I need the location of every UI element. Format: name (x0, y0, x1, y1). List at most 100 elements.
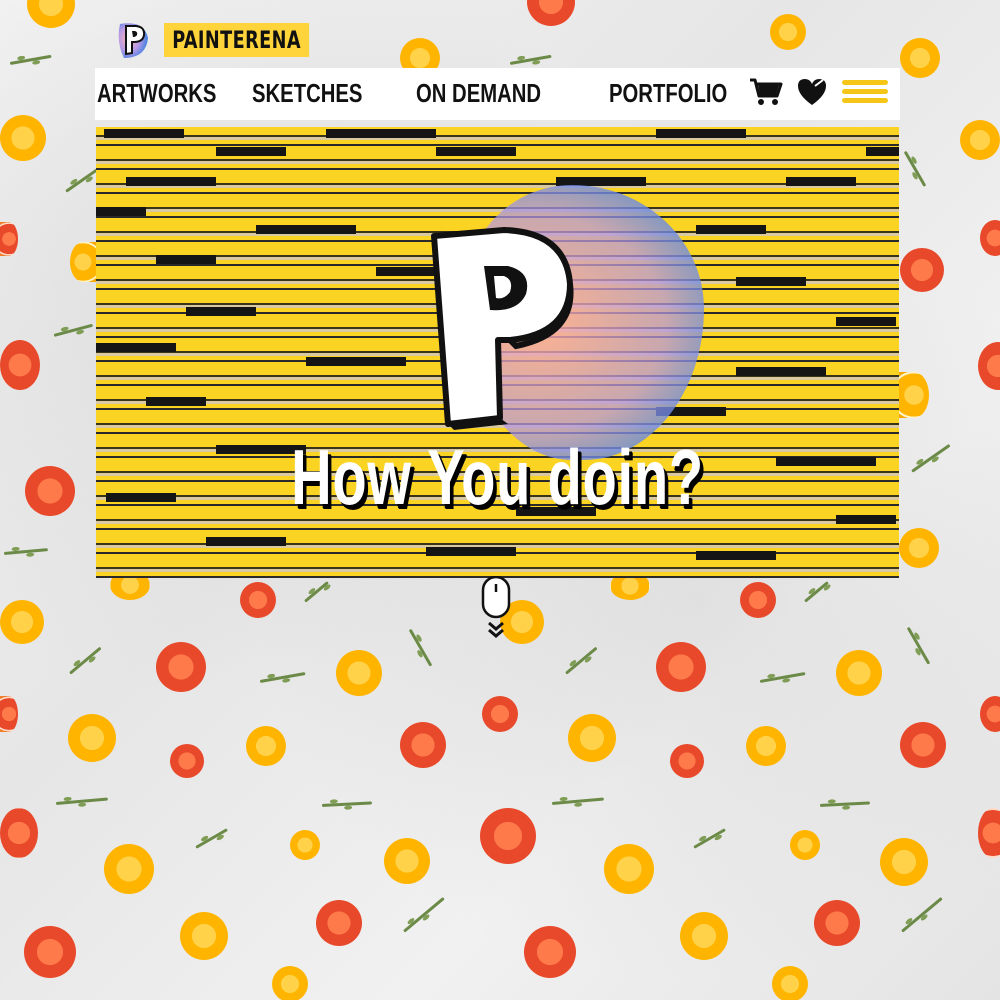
orange-slice (0, 600, 44, 644)
cart-icon[interactable] (748, 74, 784, 110)
hero-stripe (96, 343, 176, 352)
orange-slice (680, 912, 728, 960)
herb-sprig (55, 797, 108, 805)
herb-sprig (65, 168, 98, 193)
grapefruit-slice (740, 582, 776, 618)
herb-sprig (906, 626, 931, 665)
grapefruit-slice (25, 466, 75, 516)
hero-stripe (836, 515, 896, 524)
grapefruit-slice (900, 722, 946, 768)
hero-banner: How You doin? (96, 127, 899, 578)
orange-slice (0, 115, 46, 161)
orange-slice (836, 650, 882, 696)
hero-stripe (736, 367, 826, 376)
hero-stripe (146, 397, 206, 406)
nav-item-portfolio[interactable]: PORTFOLIO (609, 78, 727, 109)
hero-stripe (436, 147, 516, 156)
grapefruit-slice (316, 900, 362, 946)
orange-slice (772, 966, 808, 1000)
mouse-scroll-icon (481, 575, 511, 638)
orange-slice (746, 726, 786, 766)
grapefruit-slice (170, 744, 204, 778)
hero-stripe (786, 177, 856, 186)
nav-item-sketches[interactable]: SKETCHES (252, 78, 362, 109)
hero-stripe (156, 255, 216, 264)
orange-slice (960, 120, 1000, 160)
hero-stripe (776, 457, 876, 466)
grapefruit-slice (0, 696, 18, 732)
grapefruit-slice (482, 696, 518, 732)
orange-slice (899, 372, 929, 418)
hero-stripe (256, 225, 356, 234)
orange-slice (604, 844, 654, 894)
nav-item-artworks[interactable]: ARTWORKS (97, 78, 216, 109)
hero-stripe (216, 147, 286, 156)
grapefruit-slice (978, 808, 1000, 858)
hero-stripe (656, 129, 746, 138)
orange-slice (180, 912, 228, 960)
grapefruit-slice (480, 808, 536, 864)
orange-slice (68, 714, 116, 762)
orange-slice (790, 830, 820, 860)
grapefruit-slice (400, 722, 446, 768)
grapefruit-slice (814, 900, 860, 946)
herb-sprig (195, 828, 228, 849)
grapefruit-slice (24, 926, 76, 978)
grapefruit-slice (524, 926, 576, 978)
herb-sprig (901, 896, 943, 933)
orange-slice (899, 528, 939, 568)
grapefruit-slice (656, 642, 706, 692)
herb-sprig (69, 646, 102, 675)
site-logo[interactable]: PAINTERENA (114, 20, 341, 60)
orange-slice (246, 726, 286, 766)
herb-sprig (3, 548, 48, 555)
hero-stripe (696, 225, 766, 234)
orange-slice (568, 714, 616, 762)
grapefruit-slice (980, 220, 1000, 256)
hero-title: How You doin? (291, 433, 704, 521)
herb-sprig (903, 150, 927, 187)
orange-slice (290, 830, 320, 860)
herb-sprig (565, 646, 598, 675)
hero-stripe (306, 357, 406, 366)
grapefruit-slice (527, 0, 575, 26)
hero-stripe (696, 551, 776, 560)
hero-stripe (326, 129, 436, 138)
herb-sprig (321, 801, 373, 807)
nav-item-on-demand[interactable]: ON DEMAND (416, 78, 541, 109)
herb-sprig (9, 54, 52, 65)
herb-sprig (819, 801, 871, 807)
herb-sprig (804, 581, 829, 603)
orange-slice (384, 838, 430, 884)
orange-slice (336, 650, 382, 696)
herb-sprig (551, 797, 604, 805)
grapefruit-slice (670, 744, 704, 778)
grapefruit-slice (0, 340, 40, 390)
grapefruit-slice (156, 642, 206, 692)
grapefruit-slice (978, 342, 1000, 390)
orange-slice (27, 0, 75, 28)
hero-stripe (206, 537, 286, 546)
herb-sprig (911, 443, 951, 473)
herb-sprig (53, 323, 94, 337)
grapefruit-slice (900, 248, 944, 292)
hero-stripe (126, 177, 216, 186)
herb-sprig (259, 672, 306, 683)
hero-stripe (426, 547, 516, 556)
orange-slice (70, 242, 96, 282)
hero-stripe (106, 493, 176, 502)
main-navigation: ARTWORKS SKETCHES ON DEMAND PORTFOLIO (95, 68, 900, 120)
heart-icon[interactable] (794, 74, 830, 110)
orange-slice (104, 844, 154, 894)
hero-stripe (866, 147, 899, 156)
herb-sprig (759, 672, 806, 683)
painterena-logo-icon (114, 20, 154, 60)
hamburger-menu-icon[interactable] (840, 74, 890, 110)
nav-actions (748, 74, 890, 110)
orange-slice (900, 38, 940, 78)
hero-stripe (104, 129, 184, 138)
hero-stripe (836, 317, 896, 326)
grapefruit-slice (240, 582, 276, 618)
scroll-down-button[interactable] (481, 575, 513, 642)
brand-name: PAINTERENA (164, 23, 310, 57)
